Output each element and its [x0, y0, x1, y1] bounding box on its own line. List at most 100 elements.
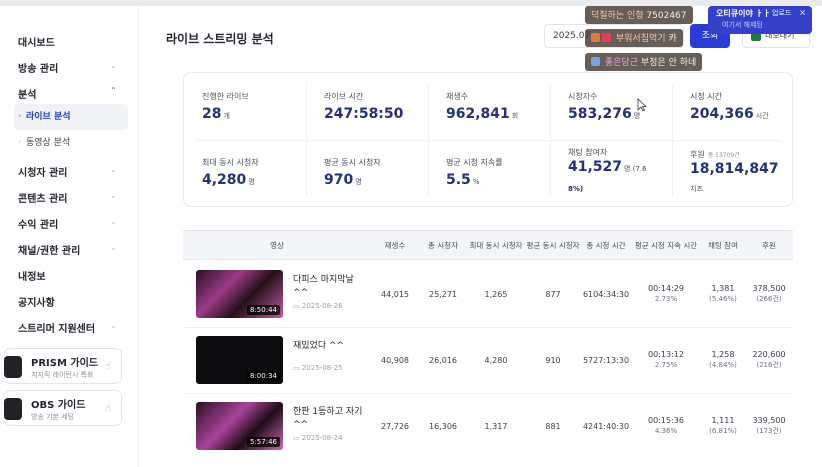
table-row[interactable]: 8:00:34 재밌었다 ^^ ▭ 2025-08-25 40,908 26,0…	[183, 328, 793, 394]
donation-amount: 220,600	[752, 350, 786, 359]
video-title[interactable]: 다피스 마지막날 ^^	[293, 274, 363, 300]
sidebar-item-channel[interactable]: 채널/권한 관리	[18, 242, 80, 257]
cell-max-concurrent: 1,317	[484, 422, 508, 431]
chat-pct: (4.84%)	[709, 361, 737, 369]
video-date: ▭ 2025-08-24	[293, 434, 343, 442]
stat-lives: 진행한 라이브 28 개	[184, 73, 306, 139]
stat-label: 평균 동시 시청자	[324, 158, 381, 167]
sidebar-item-analytics[interactable]: 분석	[18, 86, 36, 101]
hand-pointer-icon: ☝	[105, 403, 112, 414]
pct-text: 2.73%	[654, 295, 678, 303]
stat-max-concurrent: 최대 동시 시청자 4,280 명	[184, 139, 306, 205]
stat-value: 583,276 명	[568, 106, 640, 122]
chat-count: 1,381	[711, 284, 735, 293]
cell-viewers: 25,271	[429, 290, 457, 299]
stat-label: 최대 동시 시청자	[202, 158, 259, 167]
stat-label: 재생수	[446, 92, 469, 101]
sidebar-item-contents[interactable]: 콘텐츠 관리	[18, 190, 67, 205]
date-text: 2025-08-26	[301, 302, 343, 310]
prism-logo-icon	[4, 356, 22, 378]
cell-donation: 339,500 (173건)	[745, 415, 793, 437]
col-donation[interactable]: 후원	[745, 235, 793, 257]
video-title[interactable]: 재밌었다 ^^	[293, 340, 363, 353]
stat-avg-retention: 평균 시청 지속률 5.5%	[428, 139, 550, 205]
value-unit: %	[472, 178, 480, 186]
col-viewers[interactable]: 총 시청자	[419, 235, 467, 257]
guide-title: OBS 가이드	[31, 400, 86, 411]
prism-guide-card[interactable]: PRISM 가이드 치지직 레이턴시 특화 ☝	[4, 348, 122, 384]
cell-avg-duration: 00:15:36 4.36%	[631, 415, 701, 437]
cell-chat: 1,111 (6.81%)	[701, 415, 745, 437]
sidebar-item-myinfo[interactable]: 내정보	[18, 268, 46, 283]
col-video[interactable]: 영상	[183, 235, 371, 257]
cell-donation: 220,600 (216건)	[745, 349, 793, 371]
sidebar-subitem-video-analytics[interactable]: · 동영상 분석	[14, 130, 128, 156]
cell-plays: 44,015	[381, 290, 409, 299]
stat-label: 라이브 시간	[324, 92, 364, 101]
chat-pct: (5.46%)	[709, 295, 737, 303]
table-row[interactable]: 8:50:44 다피스 마지막날 ^^ ▭ 2025-08-26 44,015 …	[183, 262, 793, 328]
video-thumbnail[interactable]: 8:50:44	[196, 270, 283, 318]
notification-popup[interactable]: 오티큐이야 ㅏㅏ 업로드 여기서 해제된 ×	[708, 6, 812, 34]
stat-label: 평균 시청 지속률	[446, 158, 503, 167]
value-number: 4,280	[202, 172, 247, 188]
value-unit: 명	[633, 112, 641, 120]
sidebar-item-viewers[interactable]: 시청자 관리	[18, 164, 67, 179]
cell-plays: 27,726	[381, 422, 409, 431]
col-watch-time[interactable]: 총 시청 시간	[581, 235, 631, 257]
stat-value: 5.5%	[446, 172, 479, 188]
cell-viewers: 16,306	[429, 422, 457, 431]
chevron-down-icon: ⌄	[110, 165, 117, 174]
sidebar-item-notice[interactable]: 공지사항	[18, 294, 55, 309]
col-avg-duration[interactable]: 평균 시청 지속 시간	[631, 235, 701, 257]
chevron-down-icon: ⌄	[110, 321, 117, 330]
value-unit: 명 (7.6	[624, 165, 647, 173]
bullet-icon: ·	[18, 112, 22, 122]
video-date: ▭ 2025-08-25	[293, 364, 343, 372]
video-duration: 8:50:44	[247, 305, 280, 315]
guide-subtitle: 치지직 레이턴시 특화	[31, 371, 94, 379]
cell-chat: 1,258 (4.84%)	[701, 349, 745, 371]
chevron-down-icon: ⌄	[110, 191, 117, 200]
donation-count: (266건)	[756, 295, 782, 303]
donation-amount: 378,500	[752, 284, 786, 293]
calendar-icon: ▭	[293, 364, 300, 372]
cell-avg-duration: 00:13:12 2.75%	[631, 349, 701, 371]
badge-icon	[591, 57, 600, 66]
col-max-concurrent[interactable]: 최대 동시 시청자	[467, 235, 525, 257]
donation-count: (216건)	[756, 361, 782, 369]
sidebar-item-broadcast[interactable]: 방송 관리	[18, 60, 58, 75]
mouse-cursor-icon	[637, 98, 648, 112]
date-text: 2025-08-25	[301, 364, 343, 372]
sidebar-item-revenue[interactable]: 수익 관리	[18, 216, 58, 231]
chevron-down-icon: ⌄	[110, 217, 117, 226]
sidebar: 대시보드 방송 관리 ⌄ 분석 ⌃ · 라이브 분석 · 동영상 분석 시청자 …	[0, 6, 138, 467]
obs-guide-card[interactable]: OBS 가이드 방송 기본 세팅 ☝	[4, 390, 122, 426]
stat-chat-participants: 채팅 참여자 41,527 명 (7.6 8%)	[550, 139, 672, 205]
pct-text: 2.75%	[654, 361, 678, 369]
sidebar-subitem-live-analytics[interactable]: · 라이브 분석	[14, 104, 128, 130]
chevron-down-icon: ⌄	[110, 243, 117, 252]
video-title[interactable]: 한판 1등하고 자기 ^^	[293, 406, 363, 432]
guide-subtitle: 방송 기본 세팅	[31, 413, 75, 421]
chevron-up-icon: ⌃	[110, 86, 117, 95]
close-icon[interactable]: ×	[799, 8, 806, 17]
col-chat[interactable]: 채팅 참여	[701, 235, 745, 257]
table-row[interactable]: 5:57:46 한판 1등하고 자기 ^^ ▭ 2025-08-24 27,72…	[183, 394, 793, 460]
stat-avg-concurrent: 평균 동시 시청자 970 명	[306, 139, 428, 205]
value-number: 247:58:50	[324, 106, 404, 122]
sidebar-item-dashboard[interactable]: 대시보드	[18, 34, 55, 49]
bullet-icon: ·	[18, 138, 21, 148]
stat-label: 시청자수	[568, 92, 598, 101]
video-thumbnail[interactable]: 8:00:34	[196, 336, 283, 384]
stat-live-time: 라이브 시간 247:58:50	[306, 73, 428, 139]
sidebar-item-support[interactable]: 스트리머 지원센터	[18, 320, 95, 335]
cell-avg-concurrent: 877	[545, 290, 561, 299]
stat-value: 4,280 명	[202, 172, 255, 188]
col-plays[interactable]: 재생수	[371, 235, 419, 257]
calendar-icon: ▭	[293, 302, 300, 310]
stat-value: 41,527 명 (7.6	[568, 159, 647, 175]
video-thumbnail[interactable]: 5:57:46	[196, 402, 283, 450]
chat-nickname: 부워서집먹기	[615, 34, 666, 44]
col-avg-concurrent[interactable]: 평균 동시 시청자	[525, 235, 581, 257]
